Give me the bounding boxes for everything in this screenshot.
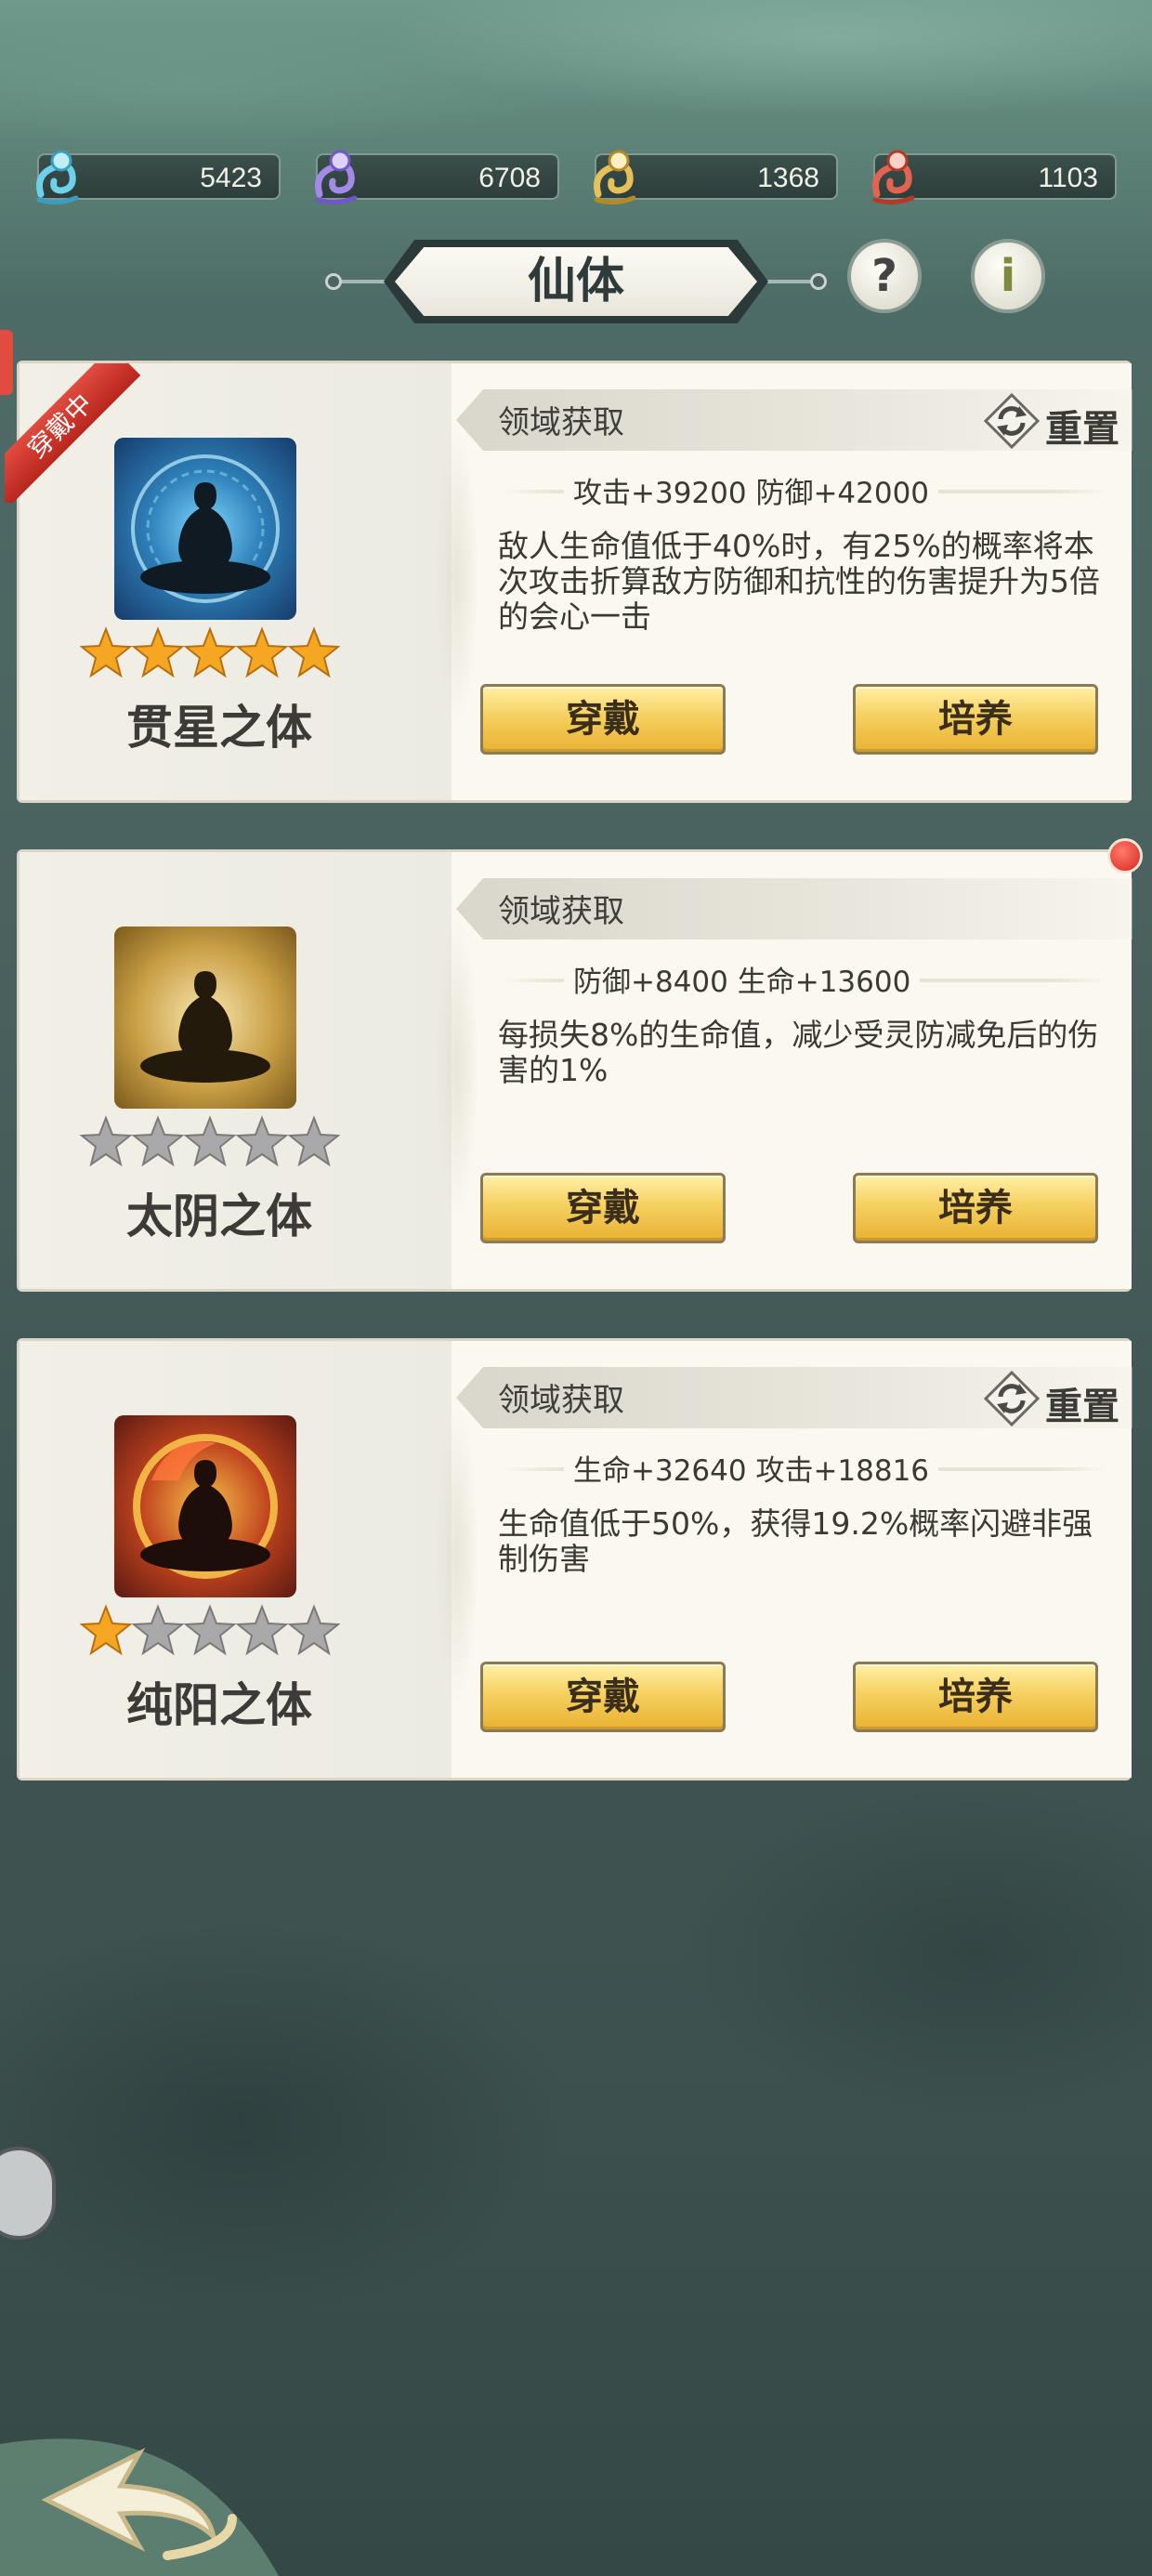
star-filled-icon — [288, 626, 340, 678]
star-empty-icon — [184, 1604, 236, 1656]
domain-label: 领域获取 — [498, 404, 624, 441]
currency-red[interactable]: 1103 — [872, 150, 1117, 205]
info-button[interactable]: i — [971, 239, 1045, 313]
description-text: 每损失8%的生命值，减少受灵防减免后的伤害的1% — [498, 1017, 1099, 1088]
notification-dot — [1107, 838, 1143, 874]
purple-spirit-icon — [315, 150, 358, 205]
currency-bar: 5423 6708 1368 1103 — [28, 149, 1124, 205]
info-icon: i — [1000, 250, 1016, 302]
rail-end-left — [325, 273, 342, 290]
rail-end-right — [810, 273, 827, 290]
currency-value: 5423 — [200, 163, 262, 193]
star-filled-icon — [132, 626, 184, 678]
star-filled-icon — [80, 626, 132, 678]
star-filled-icon — [184, 626, 236, 678]
star-empty-icon — [288, 1115, 340, 1167]
train-button[interactable]: 培养 — [853, 1173, 1098, 1243]
description-text: 生命值低于50%，获得19.2%概率闪避非强制伤害 — [498, 1505, 1093, 1577]
page-title: 仙体 — [527, 253, 624, 309]
meditation-figure-icon — [131, 454, 280, 603]
domain-label: 领域获取 — [498, 893, 624, 930]
body-name: 太阴之体 — [126, 1189, 312, 1243]
reset-button[interactable]: 重置 — [967, 391, 1134, 451]
stats-text: 攻击+39200 防御+42000 — [564, 469, 939, 511]
currency-gold[interactable]: 1368 — [594, 150, 838, 205]
question-icon: ? — [871, 250, 897, 302]
star-empty-icon — [184, 1115, 236, 1167]
body-card-chunyang: 纯阳之体 领域获取 重置 生命+32640 攻击+18816 生命值低于50%，… — [17, 1338, 1132, 1781]
wear-button[interactable]: 穿戴 — [480, 684, 726, 755]
meditation-figure-icon — [133, 1434, 278, 1579]
train-button[interactable]: 培养 — [853, 1662, 1098, 1732]
star-empty-icon — [80, 1115, 132, 1167]
title-bar: 仙体 — [325, 240, 827, 323]
wear-button[interactable]: 穿戴 — [480, 1662, 726, 1732]
red-spirit-icon — [872, 150, 915, 205]
star-filled-icon — [236, 626, 288, 678]
reset-button[interactable]: 重置 — [967, 1369, 1134, 1428]
star-empty-icon — [132, 1115, 184, 1167]
star-empty-icon — [236, 1604, 288, 1656]
star-rating — [80, 625, 340, 681]
body-card-taiyin: 太阴之体 领域获取 防御+8400 生命+13600 每损失8%的生命值，减少受… — [17, 849, 1132, 1292]
refresh-icon — [984, 1371, 1040, 1426]
blue-meditation-emblem[interactable] — [114, 438, 296, 620]
refresh-icon — [984, 393, 1040, 449]
stats-text: 防御+8400 生命+13600 — [564, 958, 921, 1000]
meditation-figure-icon — [140, 964, 270, 1083]
body-name: 贯星之体 — [126, 700, 312, 755]
star-empty-icon — [288, 1604, 340, 1656]
star-empty-icon — [236, 1115, 288, 1167]
currency-cyan[interactable]: 5423 — [36, 150, 281, 205]
help-button[interactable]: ? — [847, 239, 922, 313]
domain-label: 领域获取 — [498, 1382, 624, 1419]
floating-assist-button[interactable] — [0, 2147, 56, 2240]
currency-purple[interactable]: 6708 — [315, 150, 559, 205]
gold-meditation-emblem[interactable] — [114, 927, 296, 1109]
description-text: 敌人生命值低于40%时，有25%的概率将本次攻击折算敌方防御和抗性的伤害提升为5… — [498, 528, 1100, 635]
stats-text: 生命+32640 攻击+18816 — [564, 1447, 939, 1489]
wear-button[interactable]: 穿戴 — [480, 1173, 726, 1243]
body-card-guanxing: 穿戴中 贯星之体 领域获取 重置 攻击+39200 防御+42000 敌人生命值… — [5, 361, 1134, 803]
currency-value: 1368 — [757, 163, 819, 193]
star-rating — [80, 1603, 340, 1659]
back-arrow-icon[interactable] — [0, 2416, 297, 2576]
body-name: 纯阳之体 — [126, 1677, 312, 1732]
cyan-spirit-icon — [36, 150, 79, 205]
reset-label: 重置 — [1045, 1385, 1119, 1428]
currency-value: 6708 — [478, 163, 541, 193]
reset-label: 重置 — [1045, 407, 1119, 451]
red-meditation-emblem[interactable] — [114, 1415, 296, 1597]
background-mountains — [0, 1766, 1152, 2416]
currency-value: 1103 — [1038, 163, 1098, 193]
train-button[interactable]: 培养 — [853, 684, 1098, 755]
star-rating — [80, 1114, 340, 1170]
star-empty-icon — [132, 1604, 184, 1656]
star-filled-icon — [80, 1604, 132, 1656]
gold-spirit-icon — [594, 150, 636, 205]
